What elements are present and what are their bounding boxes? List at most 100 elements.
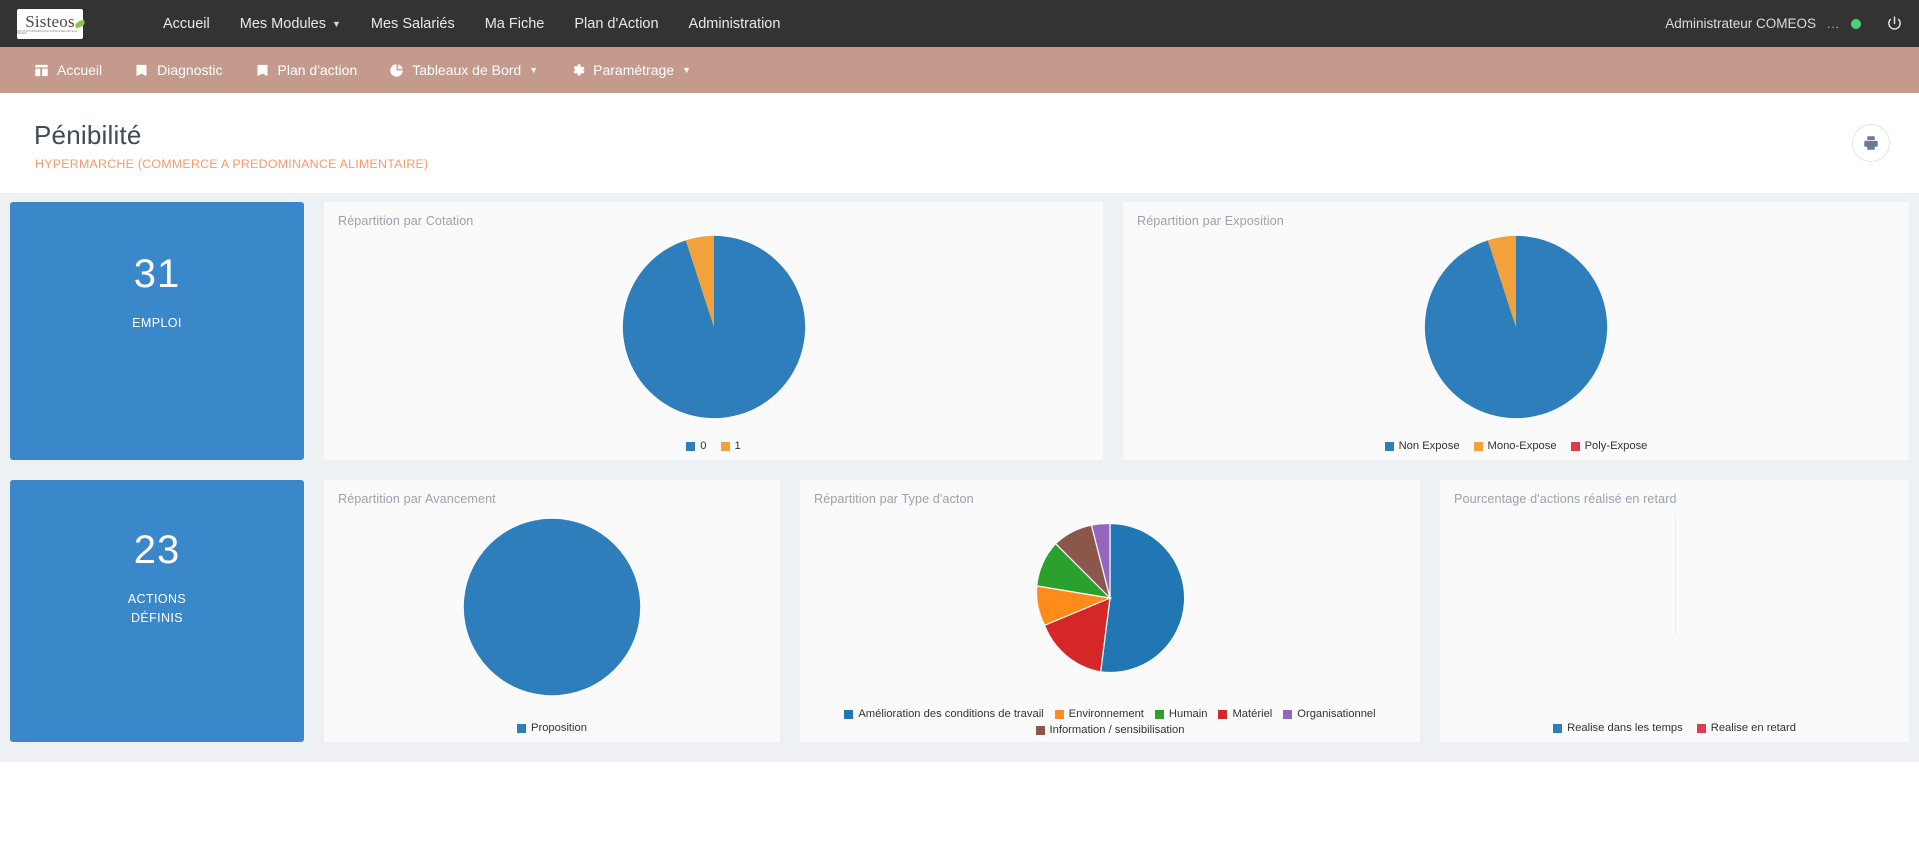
legend-item[interactable]: Organisationnel [1283,708,1376,720]
legend-item[interactable]: Information / sensibilisation [810,724,1410,736]
stat-label-line-2: DÉFINIS [130,611,184,626]
stat-value: 31 [133,252,181,296]
pie-svg [1424,235,1608,419]
legend-swatch [1283,709,1293,719]
stat-card-actions-definis[interactable]: 23 ACTIONS DÉFINIS [10,480,304,742]
legend-item[interactable]: 0 [686,440,707,452]
chevron-down-icon: ▼ [529,65,539,75]
legend-label: Proposition [531,722,587,734]
subnav-item-tableaux-de-bord[interactable]: Tableaux de Bord ▼ [373,56,554,84]
chevron-down-icon: ▼ [331,18,341,29]
legend-item[interactable]: Realise en retard [1696,722,1796,734]
logo-tagline: SOLUTION INFORMATIQUE SANTE & SECURITE A… [17,30,78,35]
dashboard-icon [34,63,49,78]
subnav-item-parametrage[interactable]: Paramétrage ▼ [554,56,707,84]
overflow-menu-icon[interactable]: ... [1827,17,1840,31]
dashboard-row-2: 23 ACTIONS DÉFINIS Répartition par Avanc… [10,480,1909,742]
legend-label: Non Expose [1398,440,1460,452]
stat-card-emploi[interactable]: 31 EMPLOI [10,202,304,460]
subnav-label: Tableaux de Bord [412,62,522,78]
legend-item[interactable]: Humain [1154,708,1207,720]
chart-repartition-par-type-daction[interactable] [800,506,1420,690]
legend-item[interactable]: Environnement [1054,708,1144,720]
legend-item[interactable]: Proposition [517,722,587,734]
legend-label: Matériel [1232,708,1273,720]
legend-label: Amélioration des conditions de travail [858,708,1044,720]
legend-swatch [1384,441,1394,451]
chart-pourcentage-actions-realise-en-retard[interactable] [1440,506,1909,708]
pie-svg [463,518,641,696]
legend-label: Mono-Expose [1487,440,1557,452]
secondary-navigation-bar: Accueil Diagnostic Plan d'action Tableau… [0,47,1919,93]
dashboard-grid: 31 EMPLOI Répartition par Cotation 0 1 R… [0,193,1919,762]
nav-item-ma-fiche[interactable]: Ma Fiche [471,10,559,38]
pie-svg [1035,522,1186,674]
nav-item-accueil[interactable]: Accueil [149,10,224,38]
legend-swatch [517,723,526,733]
panel-pourcentage-actions-realise-en-retard: Pourcentage d'actions réalisé en retard … [1440,480,1909,742]
legend-swatch [686,441,696,451]
print-button[interactable] [1852,124,1890,162]
legend-label: Poly-Expose [1584,440,1648,452]
subnav-item-accueil[interactable]: Accueil [18,56,118,84]
legend-swatch [1570,441,1580,451]
chart-repartition-par-avancement[interactable] [324,506,780,708]
legend-swatch [1696,723,1706,733]
nav-label: Plan d'Action [574,15,659,32]
chart-legend: Amélioration des conditions de travail E… [800,708,1420,736]
page-title: Pénibilité [34,120,142,150]
panel-repartition-par-avancement: Répartition par Avancement Proposition [324,480,780,742]
top-navigation-bar: Sisteos SOLUTION INFORMATIQUE SANTE & SE… [0,0,1919,47]
logo-leaf-icon [74,19,86,28]
nav-item-mes-modules[interactable]: Mes Modules ▼ [226,10,355,38]
panel-title: Répartition par Avancement [338,492,496,506]
panel-title: Répartition par Cotation [338,214,474,228]
legend-item[interactable]: Matériel [1218,708,1272,720]
legend-item[interactable]: Poly-Expose [1570,440,1648,452]
legend-label: 0 [700,440,707,452]
print-icon [1862,134,1880,152]
app-logo[interactable]: Sisteos SOLUTION INFORMATIQUE SANTE & SE… [17,8,86,39]
nav-item-administration[interactable]: Administration [675,10,795,38]
nav-label: Administration [688,15,781,32]
stat-value: 23 [133,528,181,572]
power-off-icon[interactable] [1886,15,1903,32]
panel-repartition-par-cotation: Répartition par Cotation 0 1 [324,202,1103,460]
legend-swatch [1035,725,1045,735]
legend-item[interactable]: Mono-Expose [1473,440,1557,452]
nav-item-plan-daction[interactable]: Plan d'Action [560,10,672,38]
legend-swatch [1473,441,1483,451]
legend-swatch [1218,709,1228,719]
nav-label: Ma Fiche [484,15,545,32]
chart-repartition-par-exposition[interactable] [1123,228,1909,426]
primary-nav: Accueil Mes Modules ▼ Mes Salariés Ma Fi… [149,10,794,38]
nav-label: Mes Modules [239,15,326,32]
pie-svg [622,235,805,419]
subnav-item-plan-daction[interactable]: Plan d'action [239,56,374,84]
chart-legend: Proposition [324,722,780,734]
nav-label: Mes Salariés [370,15,455,32]
legend-label: Information / sensibilisation [1049,724,1185,736]
legend-swatch [1054,709,1064,719]
user-account-label[interactable]: Administrateur COMEOS [1665,16,1816,31]
legend-swatch [1154,709,1164,719]
legend-item[interactable]: Realise dans les temps [1553,722,1683,734]
legend-item[interactable]: Non Expose [1384,440,1460,452]
legend-label: 1 [734,440,741,452]
pie-chart-icon [389,63,404,78]
legend-swatch [720,441,730,451]
legend-item[interactable]: 1 [720,440,741,452]
subnav-item-diagnostic[interactable]: Diagnostic [118,56,238,84]
logo-text: Sisteos [25,11,75,31]
chart-repartition-par-cotation[interactable] [324,228,1103,426]
legend-item[interactable]: Amélioration des conditions de travail [844,708,1044,720]
panel-repartition-par-exposition: Répartition par Exposition Non Expose Mo… [1123,202,1909,460]
legend-label: Realise dans les temps [1567,722,1683,734]
nav-item-mes-salaries[interactable]: Mes Salariés [357,10,469,38]
top-right-area: Administrateur COMEOS ... [1665,0,1903,47]
nav-label: Accueil [163,15,210,32]
panel-title: Répartition par Type d'acton [814,492,974,506]
legend-label: Realise en retard [1710,722,1796,734]
page-header: Pénibilité HYPERMARCHE (COMMERCE A PREDO… [0,93,1919,171]
legend-label: Organisationnel [1297,708,1376,720]
